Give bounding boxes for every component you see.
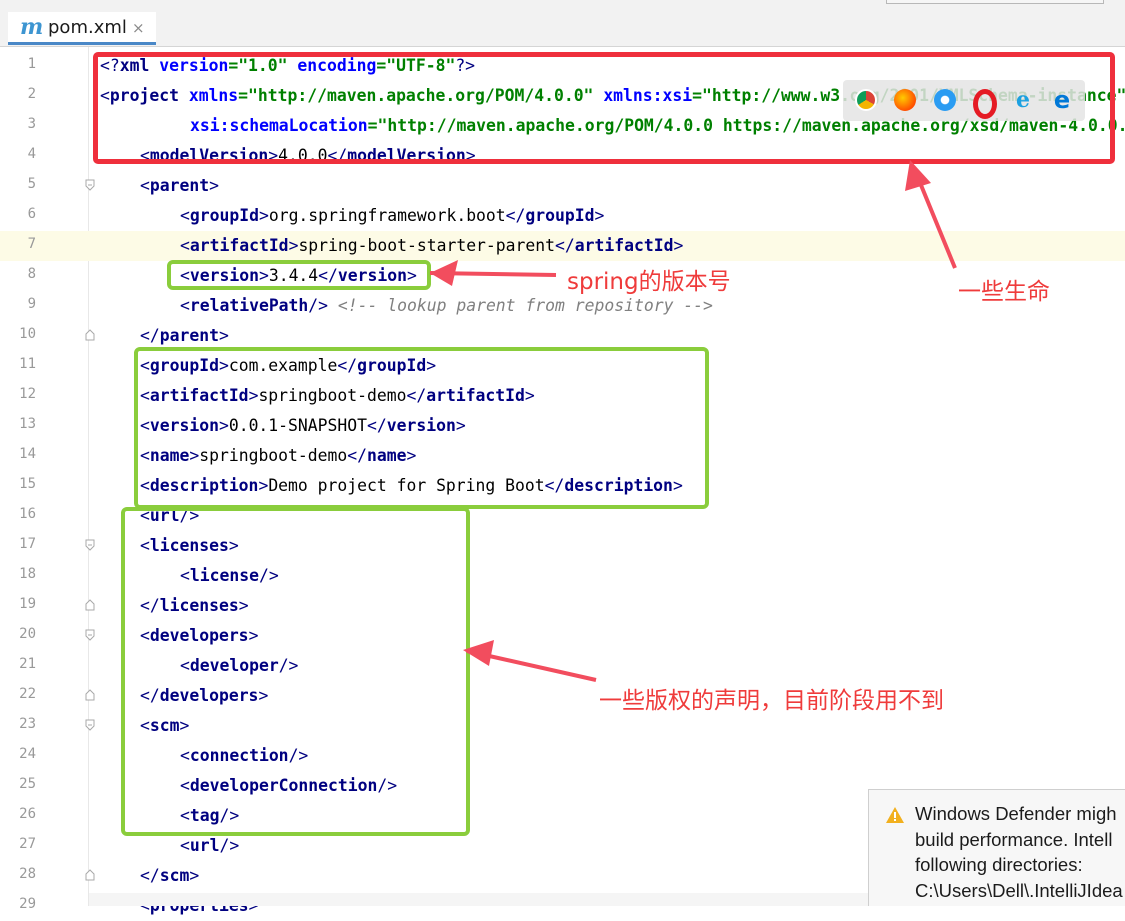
annotation-copyright: 一些版权的声明，目前阶段用不到: [599, 688, 944, 714]
notification-line: Windows Defender migh: [915, 803, 1117, 824]
arrow-header-head: [905, 160, 931, 191]
notification-text: Windows Defender migh build performance.…: [915, 801, 1125, 903]
annotation-spring-version: spring的版本号: [567, 269, 731, 295]
annotation-arrows: [429, 160, 957, 682]
arrow-version-head: [430, 260, 458, 286]
horizontal-scrollbar[interactable]: [89, 893, 868, 906]
notification-popup[interactable]: Windows Defender migh build performance.…: [868, 789, 1125, 906]
notification-line[interactable]: C:\Users\Dell\.IntelliJIdea: [915, 878, 1125, 904]
annotation-declarations: 一些生命: [958, 279, 1050, 305]
notification-line: following directories:: [915, 854, 1083, 875]
notification-line: build performance. Intell: [915, 828, 1113, 850]
warning-icon: [886, 807, 904, 823]
